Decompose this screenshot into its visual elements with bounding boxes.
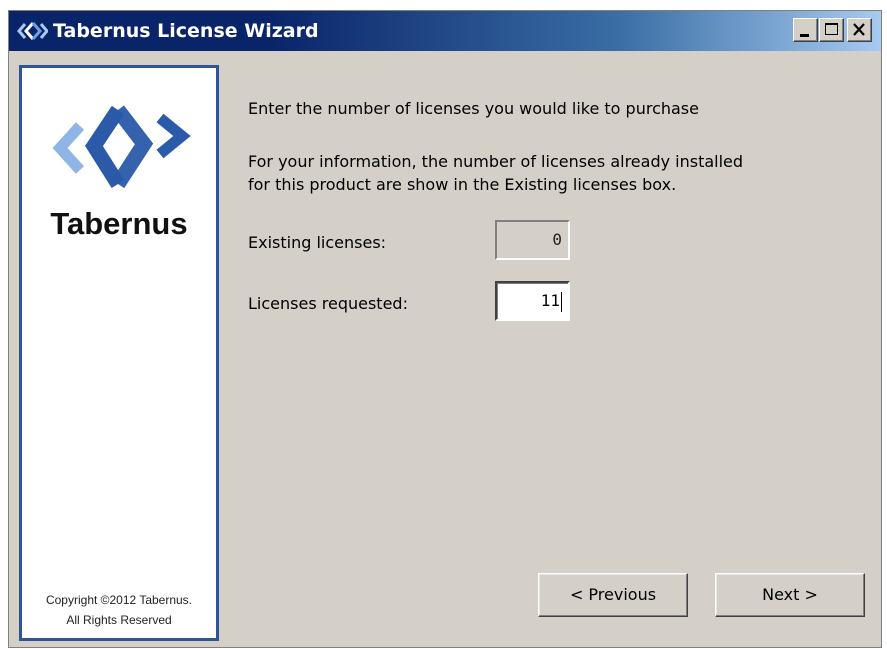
existing-licenses-label: Existing licenses:	[248, 233, 387, 252]
brand-name: Tabernus	[50, 206, 188, 241]
close-icon	[853, 23, 865, 36]
license-wizard-window: Tabernus License Wizard Tabernus Copyrig…	[8, 10, 882, 648]
title-bar[interactable]: Tabernus License Wizard	[9, 11, 881, 51]
next-button[interactable]: Next >	[715, 573, 865, 617]
minimize-icon	[800, 34, 809, 37]
tabernus-logo-icon	[17, 22, 48, 40]
maximize-icon	[825, 23, 838, 35]
existing-licenses-value: 0	[552, 230, 562, 249]
window-title: Tabernus License Wizard	[53, 20, 319, 42]
close-button[interactable]	[847, 18, 872, 42]
instruction-text: Enter the number of licenses you would l…	[248, 99, 699, 118]
info-line-1: For your information, the number of lice…	[248, 152, 744, 171]
licenses-requested-input[interactable]: 11	[495, 281, 570, 321]
existing-licenses-field: 0	[495, 220, 570, 260]
copyright-line-2: All Rights Reserved	[66, 613, 172, 627]
copyright-notice: Copyright ©2012 Tabernus. All Rights Res…	[22, 590, 216, 630]
previous-button[interactable]: < Previous	[538, 573, 688, 617]
text-caret	[561, 291, 562, 312]
maximize-button[interactable]	[819, 18, 844, 42]
brand-sidebar: Tabernus Copyright ©2012 Tabernus. All R…	[19, 65, 219, 641]
minimize-button[interactable]	[793, 18, 818, 42]
info-text: For your information, the number of lice…	[248, 150, 743, 196]
tabernus-logo	[52, 105, 191, 189]
copyright-line-1: Copyright ©2012 Tabernus.	[45, 593, 193, 607]
licenses-requested-value: 11	[540, 291, 560, 310]
licenses-requested-label: Licenses requested:	[248, 294, 408, 313]
info-line-2: for this product are show in the Existin…	[248, 175, 677, 194]
